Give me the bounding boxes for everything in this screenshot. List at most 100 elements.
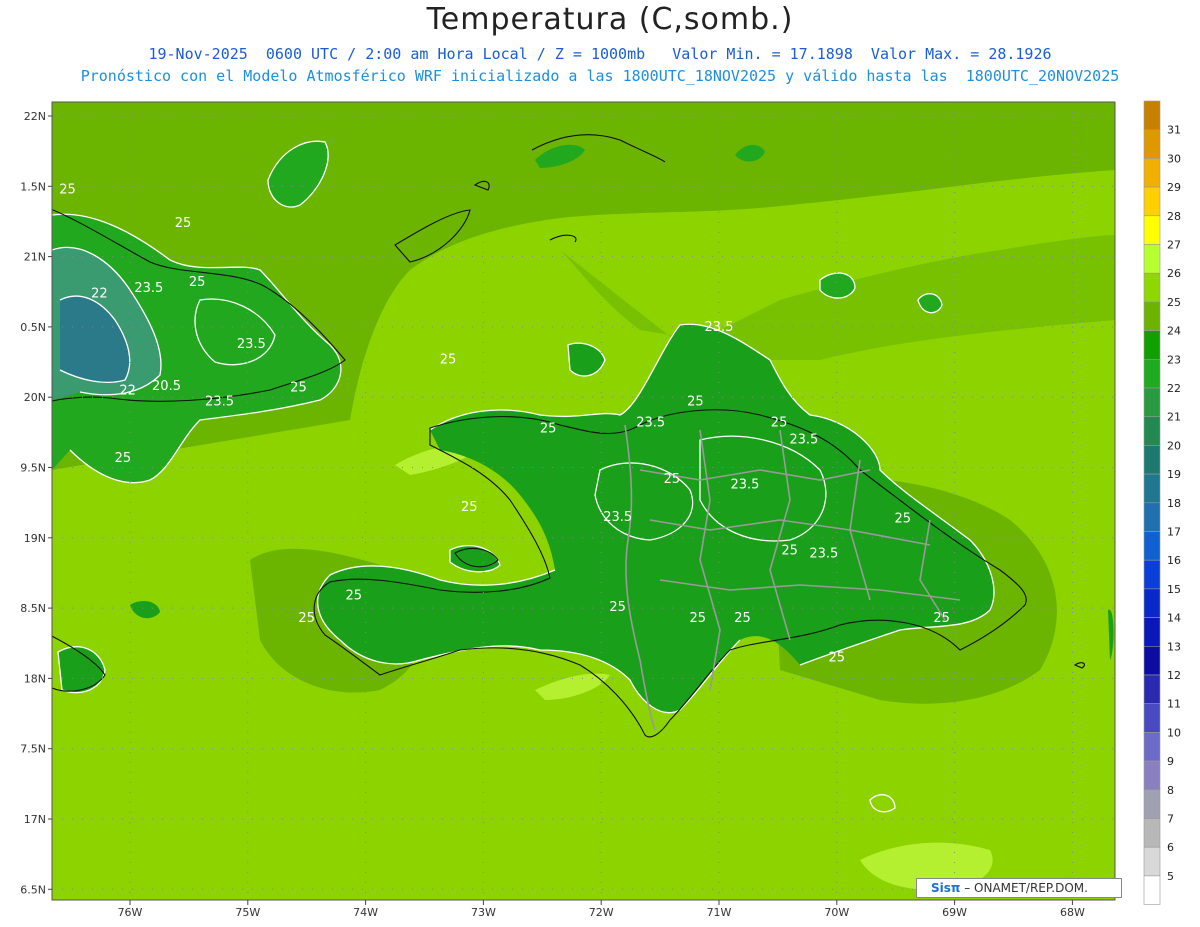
contour-label: 23.5: [603, 510, 632, 525]
colorbar-swatch: [1143, 760, 1161, 791]
contour-label: 25: [690, 611, 707, 626]
contour-label: 25: [189, 275, 206, 290]
longitude-axis: 76W 75W 74W 73W 72W 71W 70W 69W 68W: [118, 900, 1085, 919]
colorbar-label: 5: [1167, 870, 1174, 883]
contour-label: 25: [829, 651, 846, 666]
contour-label: 22: [91, 286, 108, 301]
contour-label: 23.5: [237, 337, 266, 352]
colorbar-swatch: [1143, 818, 1161, 848]
colorbar-swatch: [1143, 559, 1161, 590]
contour-label: 25: [290, 381, 307, 396]
color-bar: 31 30 29 28 27 26 25 24 23 22 21 20 19 18 17 16 15 14 13 12…: [1143, 100, 1181, 905]
colorbar-label: 9: [1167, 755, 1174, 768]
colorbar-swatch: [1143, 358, 1161, 389]
colorbar-label: 25: [1167, 296, 1181, 309]
lat-tick-label: 20N: [24, 391, 46, 404]
lon-tick-label: 68W: [1060, 906, 1085, 919]
colorbar-label: 8: [1167, 784, 1174, 797]
colorbar-label: 10: [1167, 726, 1181, 739]
colorbar-swatch: [1143, 330, 1161, 360]
colorbar-swatch: [1143, 416, 1161, 446]
lon-tick-label: 69W: [942, 906, 967, 919]
colorbar-label: 29: [1167, 181, 1181, 194]
lon-tick-label: 76W: [118, 906, 143, 919]
lon-tick-label: 72W: [589, 906, 614, 919]
lon-tick-label: 70W: [824, 906, 849, 919]
contour-label: 23.5: [205, 395, 234, 410]
colorbar-swatch: [1143, 473, 1161, 504]
contour-label: 25: [781, 544, 798, 559]
colorbar-swatch: [1143, 703, 1161, 733]
colorbar-label: 22: [1167, 382, 1181, 395]
lat-tick-label: 17N: [24, 813, 46, 826]
contour-label: 25: [609, 600, 626, 615]
colorbar-label: 6: [1167, 841, 1174, 854]
lat-tick-label: 21N: [24, 251, 46, 264]
lat-tick-label: 6.5N: [20, 883, 46, 896]
lon-tick-label: 75W: [235, 906, 260, 919]
contour-label: 23.5: [134, 281, 163, 296]
colorbar-swatch: [1143, 445, 1161, 475]
temperature-map: 252522 23.5 2523.520.52223.525252523.52525…: [20, 100, 1181, 919]
lat-tick-label: 19N: [24, 532, 46, 545]
colorbar-swatch: [1143, 789, 1161, 819]
colorbar-swatch: [1143, 186, 1161, 217]
colorbar-label: 7: [1167, 813, 1174, 826]
colorbar-label: 17: [1167, 526, 1181, 539]
contour-label: 25: [771, 416, 788, 431]
contour-label: 25: [734, 611, 751, 626]
contour-label: 25: [540, 421, 557, 436]
lon-tick-label: 73W: [471, 906, 496, 919]
lat-tick-label: 18N: [24, 672, 46, 685]
colorbar-swatch: [1143, 244, 1161, 274]
lat-tick-label: 7.5N: [20, 743, 46, 756]
contour-label: 25: [440, 352, 457, 367]
colorbar-label: 24: [1167, 325, 1181, 338]
colorbar-swatch: [1143, 215, 1161, 245]
contour-label: 25: [894, 511, 911, 526]
colorbar-label: 18: [1167, 497, 1181, 510]
colorbar-label: 19: [1167, 468, 1181, 481]
colorbar-label: 11: [1167, 698, 1181, 711]
contour-label: 25: [933, 611, 950, 626]
colorbar-label: 30: [1167, 152, 1181, 165]
contour-label: 23.5: [789, 433, 818, 448]
colorbar-label: 21: [1167, 411, 1181, 424]
colorbar-swatch: [1143, 387, 1161, 418]
credit-box: Sisπ – ONAMET/REP.DOM.: [916, 878, 1122, 898]
colorbar-label: 23: [1167, 353, 1181, 366]
colorbar-label: 28: [1167, 210, 1181, 223]
contour-label: 25: [115, 451, 132, 466]
colorbar-swatch: [1143, 129, 1161, 159]
colorbar-label: 13: [1167, 640, 1181, 653]
sispi-logo: Sisπ: [931, 881, 961, 895]
contour-label: 23.5: [636, 416, 665, 431]
colorbar-swatch: [1143, 272, 1161, 303]
contour-label: 25: [298, 611, 315, 626]
contour-label: 25: [664, 472, 681, 487]
colorbar-label: 20: [1167, 439, 1181, 452]
contour-label: 23.5: [705, 320, 734, 335]
colorbar-swatch: [1143, 875, 1161, 905]
contour-label: 25: [346, 589, 363, 604]
colorbar-swatch: [1143, 588, 1161, 618]
lat-tick-label: 9.5N: [20, 462, 46, 475]
colorbar-label: 15: [1167, 583, 1181, 596]
colorbar-label: 14: [1167, 612, 1181, 625]
colorbar-swatch: [1143, 502, 1161, 532]
lon-tick-label: 71W: [707, 906, 732, 919]
colorbar-swatch: [1143, 158, 1161, 188]
contour-label: 23.5: [809, 546, 838, 561]
latitude-axis: 22N 1.5N 21N 0.5N 20N 9.5N 19N 8.5N 18N 7.5N 17N 6.…: [20, 110, 52, 896]
credit-text: – ONAMET/REP.DOM.: [964, 881, 1088, 895]
colorbar-swatch: [1143, 301, 1161, 331]
colorbar-label: 16: [1167, 554, 1181, 567]
contour-label: 22: [119, 383, 136, 398]
contour-label: 23.5: [730, 478, 759, 493]
colorbar-swatch: [1143, 846, 1161, 877]
colorbar-swatch: [1143, 674, 1161, 705]
colorbar-label: 12: [1167, 669, 1181, 682]
lat-tick-label: 22N: [24, 110, 46, 123]
colorbar-swatch: [1143, 617, 1161, 647]
contour-label: 25: [175, 216, 192, 231]
